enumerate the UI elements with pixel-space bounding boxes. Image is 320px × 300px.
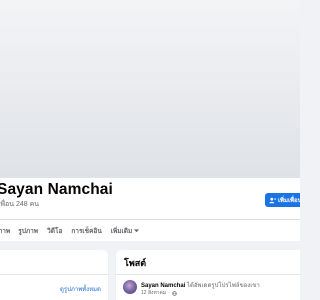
post-action-text: ได้อัพเดตรูปโปรไฟล์ของเขา — [187, 283, 260, 289]
profile-header: Sayan Namchai เพื่อน 248 คน เพิ่มเพื่อน … — [0, 0, 300, 241]
tab-more-label: เพิ่มเติม — [110, 227, 133, 235]
tab-posts-label: ภาพ — [0, 227, 11, 235]
profile-tabs: ภาพ รูปภาพ วิดีโอ การเช็คอิน เพิ่มเติม — [0, 220, 140, 241]
cover-photo[interactable] — [0, 0, 300, 178]
see-all-photos-link[interactable]: ดูรูปภาพทั้งหมด — [60, 284, 101, 294]
profile-page: Sayan Namchai เพื่อน 248 คน เพิ่มเพื่อน … — [0, 0, 300, 300]
tab-checkins[interactable]: การเช็คอิน — [71, 226, 101, 236]
chevron-down-icon — [134, 228, 140, 232]
post-meta: 12 สิงหาคม · — [141, 289, 177, 297]
add-friend-label: เพิ่มเพื่อน — [278, 198, 300, 204]
friends-count[interactable]: เพื่อน 248 คน — [0, 199, 39, 210]
profile-name: Sayan Namchai — [0, 181, 113, 198]
tab-photos-label: รูปภาพ — [18, 227, 39, 235]
globe-icon — [172, 290, 177, 296]
posts-heading: โพสต์ — [124, 258, 147, 268]
tab-videos-label: วิดีโอ — [47, 227, 63, 235]
tab-videos[interactable]: วิดีโอ — [47, 226, 62, 236]
avatar[interactable] — [123, 280, 137, 294]
add-friend-button[interactable]: เพิ่มเพื่อน — [265, 193, 300, 207]
add-friend-icon — [269, 197, 276, 203]
meta-separator: · — [168, 290, 170, 296]
posts-card: โพสต์ Sayan Namchai ได้อัพเดตรูปโปรไฟล์ข… — [116, 250, 300, 300]
tab-checkins-label: การเช็คอิน — [71, 227, 102, 235]
tab-posts[interactable]: ภาพ — [0, 226, 10, 236]
posts-divider — [116, 274, 300, 275]
photos-card-divider — [0, 274, 108, 275]
post-date-link[interactable]: 12 สิงหาคม — [141, 289, 166, 297]
tab-photos[interactable]: รูปภาพ — [18, 226, 38, 236]
tab-more[interactable]: เพิ่มเติม — [111, 226, 140, 236]
photos-card: ดูรูปภาพทั้งหมด — [0, 250, 108, 300]
